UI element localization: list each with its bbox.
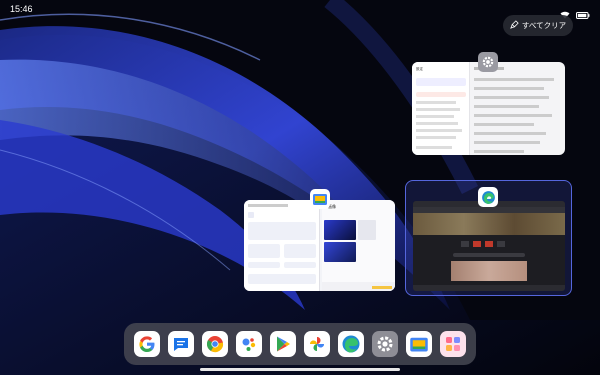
messages-icon [174, 338, 188, 351]
dock-app-settings[interactable] [372, 331, 398, 357]
recent-card-files[interactable]: 画像 [244, 200, 395, 291]
settings-icon [377, 336, 393, 352]
settings-gear-icon [482, 56, 494, 68]
dock-app-play-store[interactable] [270, 331, 296, 357]
battery-icon [576, 4, 590, 23]
home-gesture-bar[interactable] [200, 368, 400, 371]
dock-app-assistant[interactable] [236, 331, 262, 357]
assistant-icon [242, 338, 256, 351]
google-icon [139, 336, 155, 352]
dock-app-photos[interactable] [304, 331, 330, 357]
clear-all-label: すべてクリア [521, 21, 567, 30]
edge-icon [481, 190, 495, 204]
files-icon [410, 337, 428, 352]
clock: 15:46 [10, 4, 33, 14]
edge-app-badge [478, 187, 498, 207]
recent-card-settings[interactable]: 設定 [412, 62, 565, 155]
files-folder-icon [313, 194, 327, 205]
dock-app-files[interactable] [406, 331, 432, 357]
play-store-icon [277, 336, 290, 352]
dock-app-edge[interactable] [338, 331, 364, 357]
dock-app-google[interactable] [134, 331, 160, 357]
brush-icon [510, 20, 519, 31]
chrome-icon [206, 336, 224, 353]
clear-all-button[interactable]: すべてクリア [503, 15, 573, 36]
files-app-badge [310, 189, 330, 209]
dock [124, 323, 476, 365]
edge-icon [342, 335, 360, 353]
dock-app-chrome[interactable] [202, 331, 228, 357]
settings-app-badge [478, 52, 498, 72]
dock-app-messages[interactable] [168, 331, 194, 357]
photos-icon [310, 337, 324, 351]
dock-app-drawer[interactable] [440, 331, 466, 357]
app-grid-icon [446, 337, 460, 351]
